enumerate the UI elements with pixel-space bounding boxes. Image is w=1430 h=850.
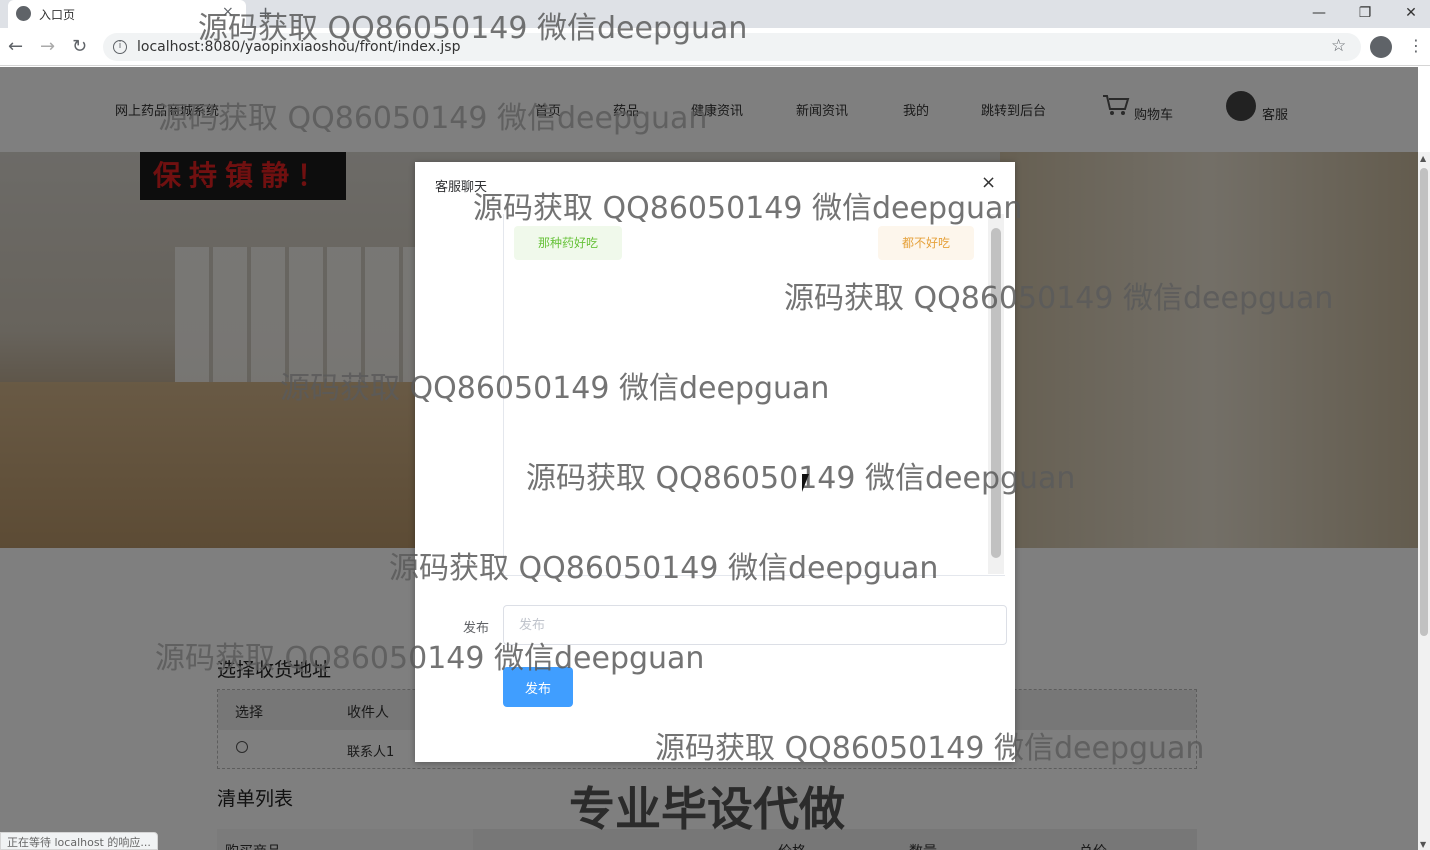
watermark-text: 源码获取 QQ86050149 微信deepguan <box>655 731 1205 766</box>
watermark-banner: 专业毕设代做 <box>569 782 845 836</box>
info-icon[interactable]: i <box>113 40 127 54</box>
restore-button[interactable]: ❐ <box>1342 2 1388 24</box>
chat-message-service: 都不好吃 <box>878 226 975 260</box>
watermark-text: 源码获取 QQ86050149 微信deepguan <box>158 101 708 136</box>
tab-favicon-icon <box>16 6 31 21</box>
watermark-text: 源码获取 QQ86050149 微信deepguan <box>526 461 1076 496</box>
back-icon[interactable]: ← <box>8 36 23 57</box>
page-scroll-thumb[interactable] <box>1420 168 1428 636</box>
bookmark-star-icon[interactable]: ☆ <box>1331 36 1346 56</box>
minimize-button[interactable]: — <box>1296 2 1342 24</box>
tab-title: 入口页 <box>39 8 76 22</box>
mouse-cursor-icon <box>802 474 809 492</box>
reload-icon[interactable]: ↻ <box>72 36 87 57</box>
account-circle-icon[interactable] <box>1370 36 1392 58</box>
forward-icon[interactable]: → <box>40 36 55 57</box>
watermark-text: 源码获取 QQ86050149 微信deepguan <box>389 551 939 586</box>
watermark-text: 源码获取 QQ86050149 微信deepguan <box>155 641 705 676</box>
watermark-text: 源码获取 QQ86050149 微信deepguan <box>784 281 1334 316</box>
page-scrollbar[interactable]: ▲ ▼ <box>1418 152 1430 850</box>
chat-message-user: 那种药好吃 <box>514 226 623 260</box>
watermark-text: 源码获取 QQ86050149 微信deepguan <box>473 191 1023 226</box>
chat-scrollbar[interactable] <box>988 214 1004 574</box>
watermark-text: 源码获取 QQ86050149 微信deepguan <box>198 11 748 46</box>
scroll-down-icon[interactable]: ▼ <box>1420 840 1426 849</box>
watermark-text: 源码获取 QQ86050149 微信deepguan <box>280 371 830 406</box>
browser-status-bar: 正在等待 localhost 的响应... <box>0 832 158 850</box>
browser-menu-icon[interactable]: ⋮ <box>1408 36 1424 55</box>
window-close-button[interactable]: ✕ <box>1388 2 1430 24</box>
scroll-up-icon[interactable]: ▲ <box>1420 154 1426 163</box>
